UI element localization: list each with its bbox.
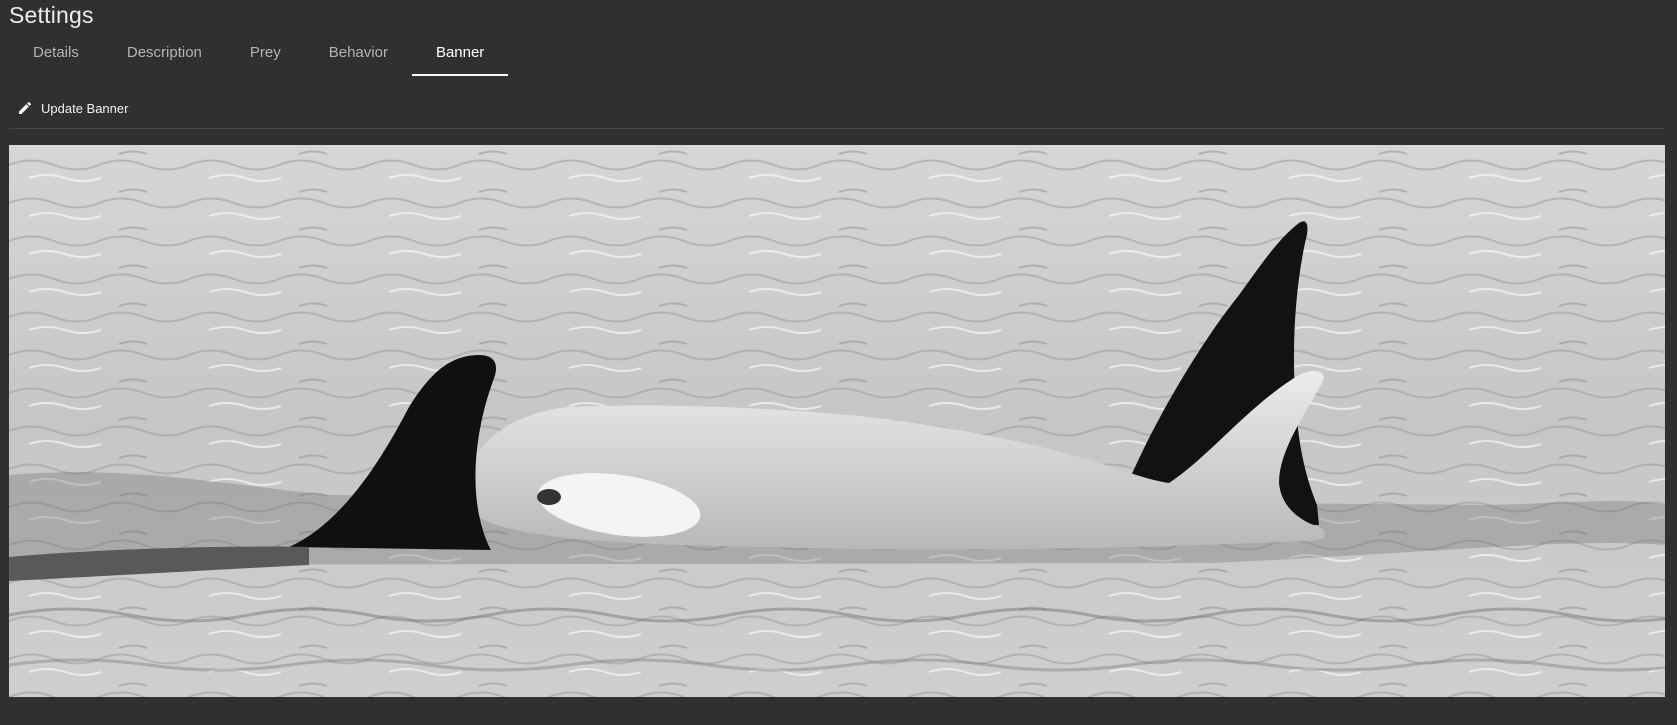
update-banner-button[interactable]: Update Banner <box>17 100 128 116</box>
update-banner-label: Update Banner <box>41 100 129 116</box>
settings-tabs: Details Description Prey Behavior Banner <box>9 36 509 76</box>
tab-banner[interactable]: Banner <box>411 36 509 76</box>
tab-description[interactable]: Description <box>103 36 226 76</box>
banner-image <box>9 145 1665 697</box>
pencil-icon <box>17 100 33 116</box>
tab-details[interactable]: Details <box>9 36 103 76</box>
settings-page: Settings Details Description Prey Behavi… <box>0 0 1677 725</box>
banner-toolbar: Update Banner <box>9 96 1665 129</box>
tab-behavior[interactable]: Behavior <box>305 36 412 76</box>
page-title: Settings <box>9 2 94 28</box>
tab-prey[interactable]: Prey <box>226 36 305 76</box>
